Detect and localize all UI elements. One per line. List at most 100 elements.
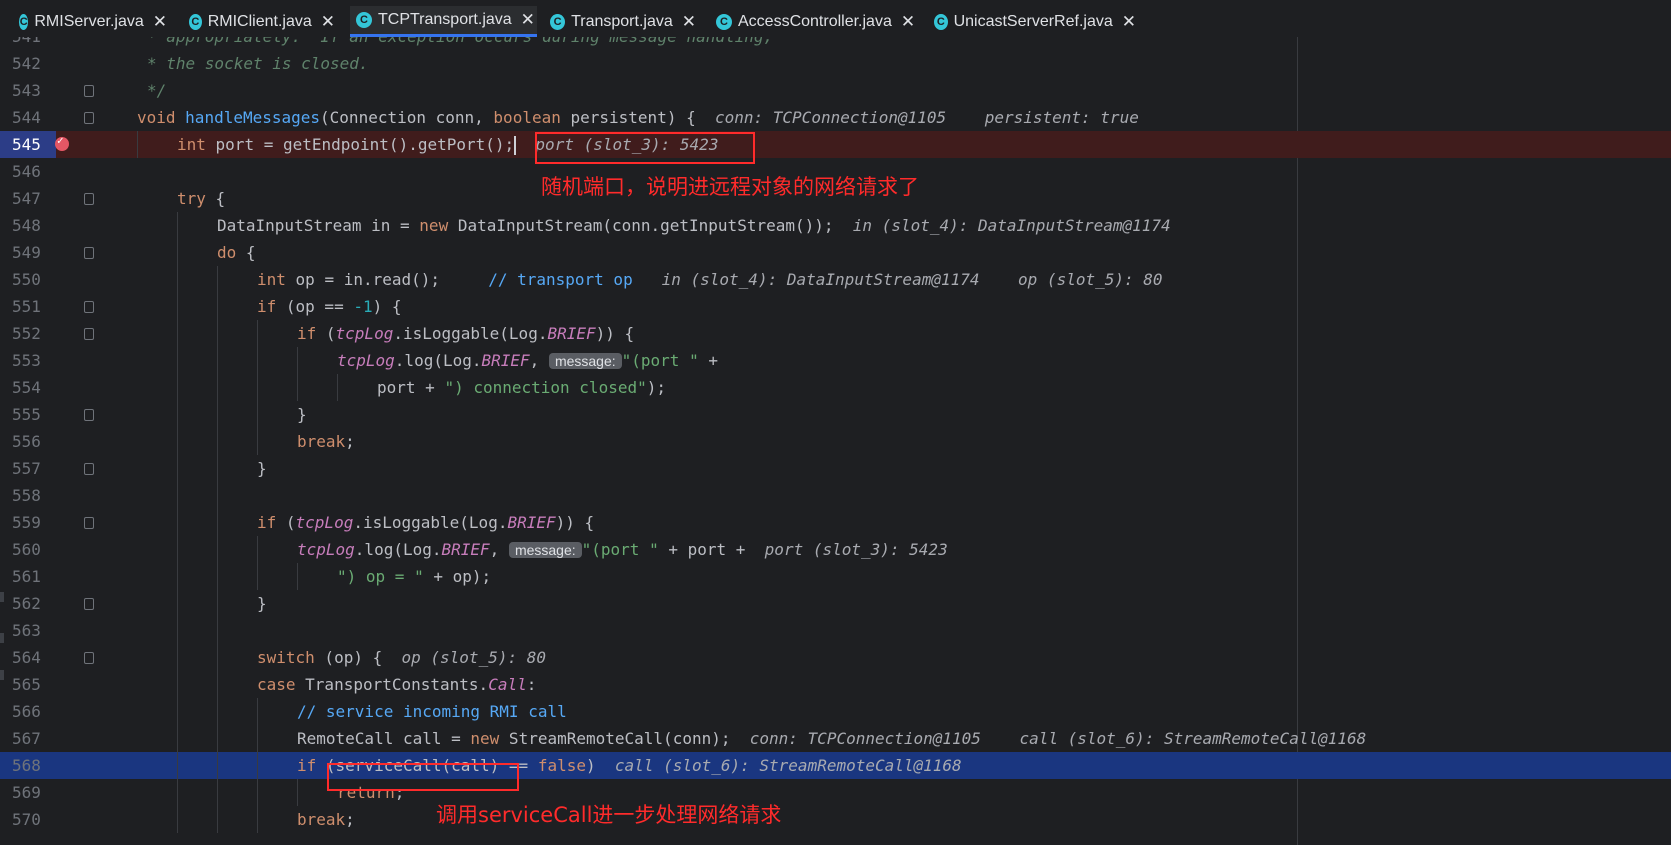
tab-transport[interactable]: C Transport.java ✕ — [544, 6, 696, 37]
indent-guide — [257, 779, 258, 806]
code-line-566[interactable]: 566 // service incoming RMI call — [0, 698, 1671, 725]
close-icon[interactable]: ✕ — [321, 12, 335, 32]
debug-inline-value: call (slot_6): StreamRemoteCall@1168 — [614, 756, 962, 775]
code-line-564[interactable]: 564 switch (op) { op (slot_5): 80 — [0, 644, 1671, 671]
field-name: Call — [488, 675, 527, 694]
fold-icon[interactable] — [84, 301, 94, 313]
line-number: 570 — [12, 810, 41, 829]
tab-rmiclient[interactable]: C RMIClient.java ✕ — [183, 6, 335, 37]
line-number: 551 — [12, 297, 41, 316]
fold-icon[interactable] — [84, 112, 94, 124]
tab-unicastserverref[interactable]: C UnicastServerRef.java ✕ — [928, 6, 1136, 37]
fold-icon[interactable] — [84, 652, 94, 664]
code-text: persistent) { — [560, 108, 696, 127]
code-text: .log(Log. — [354, 540, 442, 559]
indent-guide — [137, 131, 138, 158]
code-line-550[interactable]: 550 int op = in.read(); // transport op … — [0, 266, 1671, 293]
fold-icon[interactable] — [84, 193, 94, 205]
code-line-548[interactable]: 548 DataInputStream in = new DataInputSt… — [0, 212, 1671, 239]
code-line-562[interactable]: 562 } — [0, 590, 1671, 617]
code-text: DataInputStream(conn.getInputStream()); — [448, 216, 834, 235]
code-text: .log(Log. — [394, 351, 482, 370]
close-icon[interactable]: ✕ — [1122, 12, 1136, 32]
code-line-568-execution-point[interactable]: 568 if (serviceCall(call) == false) call… — [0, 752, 1671, 779]
tab-tcptransport[interactable]: C TCPTransport.java ✕ — [350, 6, 537, 37]
indent-guide — [297, 347, 298, 374]
indent-guide — [217, 320, 218, 347]
code-line-570[interactable]: 570 break; — [0, 806, 1671, 833]
indent-guide — [177, 347, 178, 374]
code-line-560[interactable]: 560 tcpLog.log(Log.BRIEF, message: "(port… — [0, 536, 1671, 563]
indent-guide — [177, 698, 178, 725]
fold-icon[interactable] — [84, 463, 94, 475]
code-line-561[interactable]: 561 ") op = " + op); — [0, 563, 1671, 590]
fold-icon[interactable] — [84, 517, 94, 529]
line-number: 547 — [12, 189, 41, 208]
line-number: 553 — [12, 351, 41, 370]
code-text: .isLoggable(Log. — [393, 324, 548, 343]
field-name: tcpLog — [335, 324, 394, 343]
code-line-556[interactable]: 556 break; — [0, 428, 1671, 455]
code-line-558[interactable]: 558 — [0, 482, 1671, 509]
code-text: } — [257, 459, 267, 478]
java-class-icon: C — [550, 13, 566, 30]
fold-icon[interactable] — [84, 85, 94, 97]
indent-guide — [257, 320, 258, 347]
indent-guide — [217, 347, 218, 374]
code-line-567[interactable]: 567 RemoteCall call = new StreamRemoteCa… — [0, 725, 1671, 752]
java-class-icon: C — [19, 13, 29, 30]
close-icon[interactable]: ✕ — [521, 10, 535, 30]
code-line-549[interactable]: 549 do { — [0, 239, 1671, 266]
breakpoint-icon[interactable] — [55, 134, 69, 151]
close-icon[interactable]: ✕ — [901, 12, 915, 32]
code-text: } — [257, 594, 267, 613]
code-text: (op == — [276, 297, 354, 316]
line-number: 550 — [12, 270, 41, 289]
fold-icon[interactable] — [84, 328, 94, 340]
editor-tab-bar: C RMIServer.java ✕ C RMIClient.java ✕ C … — [0, 0, 1671, 38]
tab-rmiserver[interactable]: C RMIServer.java ✕ — [13, 6, 167, 37]
tab-label: AccessController.java — [738, 12, 892, 30]
code-line-551[interactable]: 551 if (op == -1) { — [0, 293, 1671, 320]
close-icon[interactable]: ✕ — [153, 12, 167, 32]
code-line-563[interactable]: 563 — [0, 617, 1671, 644]
indent-guide — [337, 374, 338, 401]
code-line-541[interactable]: 541 * appropriately. If an exception occ… — [0, 37, 1671, 50]
code-line-554[interactable]: 554 port + ") connection closed"); — [0, 374, 1671, 401]
code-line-542[interactable]: 542 * the socket is closed. — [0, 50, 1671, 77]
indent-guide — [257, 752, 258, 779]
number-literal: -1 — [353, 297, 373, 316]
line-number: 545 — [0, 131, 56, 158]
fold-icon[interactable] — [84, 409, 94, 421]
indent-guide — [257, 536, 258, 563]
indent-guide — [217, 401, 218, 428]
code-line-569[interactable]: 569 return; — [0, 779, 1671, 806]
line-number: 549 — [12, 243, 41, 262]
code-editor[interactable]: 541 * appropriately. If an exception occ… — [0, 37, 1671, 845]
indent-guide — [217, 374, 218, 401]
code-line-555[interactable]: 555 } — [0, 401, 1671, 428]
tab-label: UnicastServerRef.java — [953, 12, 1113, 30]
keyword: new — [419, 216, 449, 235]
code-line-559[interactable]: 559 if (tcpLog.isLoggable(Log.BRIEF)) { — [0, 509, 1671, 536]
code-line-557[interactable]: 557 } — [0, 455, 1671, 482]
code-line-553[interactable]: 553 tcpLog.log(Log.BRIEF, message: "(port… — [0, 347, 1671, 374]
code-line-543[interactable]: 543 */ — [0, 77, 1671, 104]
line-number: 563 — [12, 621, 41, 640]
code-line-545-breakpoint[interactable]: 545 int port = getEndpoint().getPort(); … — [0, 131, 1671, 158]
tab-accesscontroller[interactable]: C AccessController.java ✕ — [710, 6, 916, 37]
code-line-565[interactable]: 565 case TransportConstants.Call: — [0, 671, 1671, 698]
code-line-552[interactable]: 552 if (tcpLog.isLoggable(Log.BRIEF)) { — [0, 320, 1671, 347]
close-icon[interactable]: ✕ — [682, 12, 696, 32]
fold-icon[interactable] — [84, 598, 94, 610]
code-line-544[interactable]: 544 void handleMessages(Connection conn,… — [0, 104, 1671, 131]
code-text: (Connection conn, — [320, 108, 494, 127]
indent-guide — [177, 320, 178, 347]
line-number: 566 — [12, 702, 41, 721]
code-text: , — [529, 351, 549, 370]
line-comment: // service incoming RMI call — [297, 702, 567, 721]
fold-icon[interactable] — [84, 247, 94, 259]
tab-label: RMIServer.java — [34, 12, 144, 30]
debug-inline-value: persistent: true — [984, 108, 1139, 127]
tab-label: Transport.java — [571, 12, 673, 30]
